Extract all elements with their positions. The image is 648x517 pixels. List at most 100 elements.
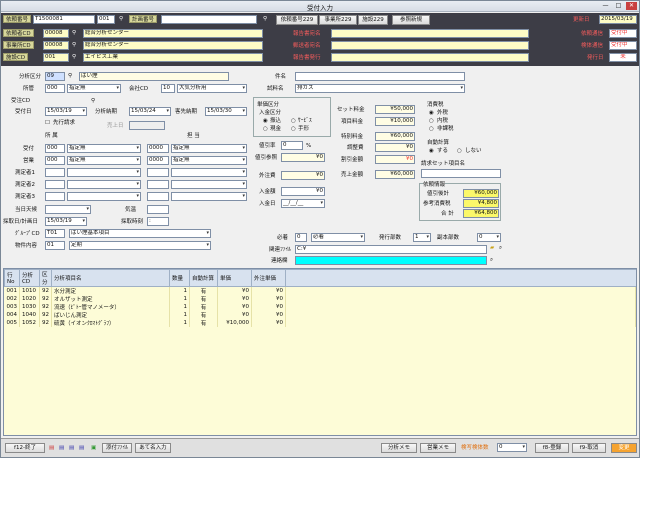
binoculars-icon[interactable]: ⚲ [72,29,76,37]
end-button[interactable]: f12-終了 [5,443,45,453]
uketsuke-select[interactable]: 指定無 [67,144,141,153]
nyukin-gaku-input[interactable]: ¥0 [281,187,325,196]
waribiki-ritsu-input[interactable]: 0 [281,141,303,150]
toolbar-icon[interactable]: ▤ [59,444,64,452]
sokutei2-select2[interactable] [171,180,247,189]
uketsuke-select2[interactable]: 指定無 [171,144,247,153]
binoculars-icon[interactable]: ⚲ [91,97,95,105]
radio-furikomi[interactable]: ○ [263,125,268,133]
office-no-button[interactable]: 事業所229 [319,15,357,25]
saishu-input[interactable]: 15/03/19 [45,217,87,226]
mail-addr-input[interactable] [331,41,529,50]
address-button[interactable]: あて名入力 [135,443,171,453]
sokutei1-select[interactable] [67,168,141,177]
binoculars-icon[interactable]: ⚲ [68,72,72,80]
table-row[interactable]: 001 1010 92 水分測定 1 有 ¥0 ¥0 [4,286,636,295]
toolbar-icon[interactable]: ▤ [79,444,84,452]
hakko-input[interactable]: 1 [413,233,431,242]
saishu-jikan-input[interactable]: : [147,217,169,226]
binoculars-icon[interactable]: ⚲ [72,41,76,49]
table-row[interactable]: 003 1030 92 流速（ﾋﾟﾄｰ管マノメータ） 1 有 ¥0 ¥0 [4,303,636,311]
sokutei3-code2[interactable] [147,192,169,201]
bukken-code[interactable]: 01 [45,241,65,250]
radio-service[interactable]: ○ [291,117,296,125]
eigyo-select[interactable]: 指定無 [67,156,141,165]
seikyu-set-input[interactable] [421,169,501,178]
analysis-memo-button[interactable]: 分析メモ [381,443,417,453]
facility-cd-input[interactable]: 001 [43,53,69,62]
sokutei3-code[interactable] [45,192,65,201]
hisshu-code[interactable]: 0 [295,233,307,242]
report-issue-input[interactable] [331,53,529,62]
plan-input[interactable] [161,15,257,24]
search-file-icon[interactable]: ⌕ [490,256,493,264]
order-input[interactable]: T1500081 [33,15,95,24]
hisshu-select[interactable]: 必着 [311,233,365,242]
sample-input[interactable]: 0 [497,443,527,452]
bunseki-code[interactable]: 09 [45,72,65,81]
bukken-select[interactable]: 定期 [69,241,211,250]
kion-input[interactable] [147,205,169,214]
eigyo-code[interactable]: 000 [45,156,65,165]
sokutei3-select2[interactable] [171,192,247,201]
group-select[interactable]: ばい煙基本項目 [69,229,211,238]
uketsuke-bi-input[interactable]: 15/03/19 [45,107,87,116]
company-select[interactable]: 大気分析用 [177,84,247,93]
eigyo-code2[interactable]: 0000 [147,156,169,165]
radio-tegata[interactable]: ○ [291,125,296,133]
shozoku-select[interactable]: 指定無 [67,84,121,93]
sokutei2-code[interactable] [45,180,65,189]
toolbar-icon[interactable]: ▤ [49,444,54,452]
report-addr-input[interactable] [331,29,529,38]
table-row[interactable]: 002 1020 92 オルザット測定 1 有 ¥0 ¥0 [4,295,636,303]
binoculars-icon[interactable]: ⚲ [119,15,123,23]
radio-hikazei[interactable]: ○ [429,125,434,133]
folder-icon[interactable]: ▰ [490,244,494,252]
kenmei-input[interactable] [295,72,465,81]
client-no-button[interactable]: 依頼番号229 [276,15,318,25]
search-file-icon[interactable]: ⌕ [499,244,502,252]
change-button[interactable]: 変更 [611,443,637,453]
radio-suru[interactable]: ◉ [429,147,434,155]
tenki-select[interactable] [45,205,91,214]
binoculars-icon[interactable]: ⚲ [263,15,267,23]
kokyaku-input[interactable]: 15/03/30 [205,107,247,116]
table-row[interactable]: 005 1052 92 硫黄（イオンｸﾛﾏﾄｸﾞﾗﾌ） 1 有 ¥10,000 ¥0 [4,319,636,327]
attach-button[interactable]: 添付ﾌｧｲﾙ [102,443,132,453]
eigyo-select2[interactable]: 指定無 [171,156,247,165]
uriage-input[interactable] [129,121,165,130]
bikou-input[interactable] [295,256,487,265]
fuku-input[interactable]: 0 [477,233,501,242]
sales-memo-button[interactable]: 営業メモ [420,443,456,453]
uketsuke-code[interactable]: 000 [45,144,65,153]
facility-button[interactable]: 施設229 [358,15,388,25]
nyukin-bi-input[interactable]: __/__/__ [281,199,325,208]
sokutei1-code2[interactable] [147,168,169,177]
items-grid[interactable]: 行No 分析CD 区分 分析項目名 数量 自動計算 単価 外注単価 001 101… [3,268,637,436]
order-sub-input[interactable]: 001 [97,15,115,24]
minimize-button[interactable]: — [600,2,611,10]
shozoku-code[interactable]: 000 [45,84,65,93]
sokutei1-code[interactable] [45,168,65,177]
company-code[interactable]: 10 [161,84,175,93]
maximize-button[interactable]: □ [613,2,624,10]
ref-new-button[interactable]: 参照新規 [392,15,430,25]
radio-genkin[interactable]: ◉ [263,117,268,125]
kanren-input[interactable]: C:¥ [295,245,487,254]
group-code[interactable]: T01 [45,229,65,238]
shiryo-select[interactable]: 排ガス [295,84,465,93]
register-button[interactable]: f8-登録 [535,443,569,453]
toolbar-icon[interactable]: ▣ [91,444,96,452]
uketsuke-code2[interactable]: 0000 [147,144,169,153]
sokutei2-select[interactable] [67,180,141,189]
client-cd-input[interactable]: 00008 [43,29,69,38]
radio-shinai[interactable]: ○ [457,147,462,155]
sokutei1-select2[interactable] [171,168,247,177]
close-button[interactable]: ✕ [626,2,637,10]
nouki-input[interactable]: 15/03/24 [129,107,171,116]
sokutei2-code2[interactable] [147,180,169,189]
toolbar-icon[interactable]: ▤ [69,444,74,452]
sokutei3-select[interactable] [67,192,141,201]
table-row[interactable]: 004 1040 92 ばいじん測定 1 有 ¥0 ¥0 [4,311,636,319]
binoculars-icon[interactable]: ⚲ [72,53,76,61]
